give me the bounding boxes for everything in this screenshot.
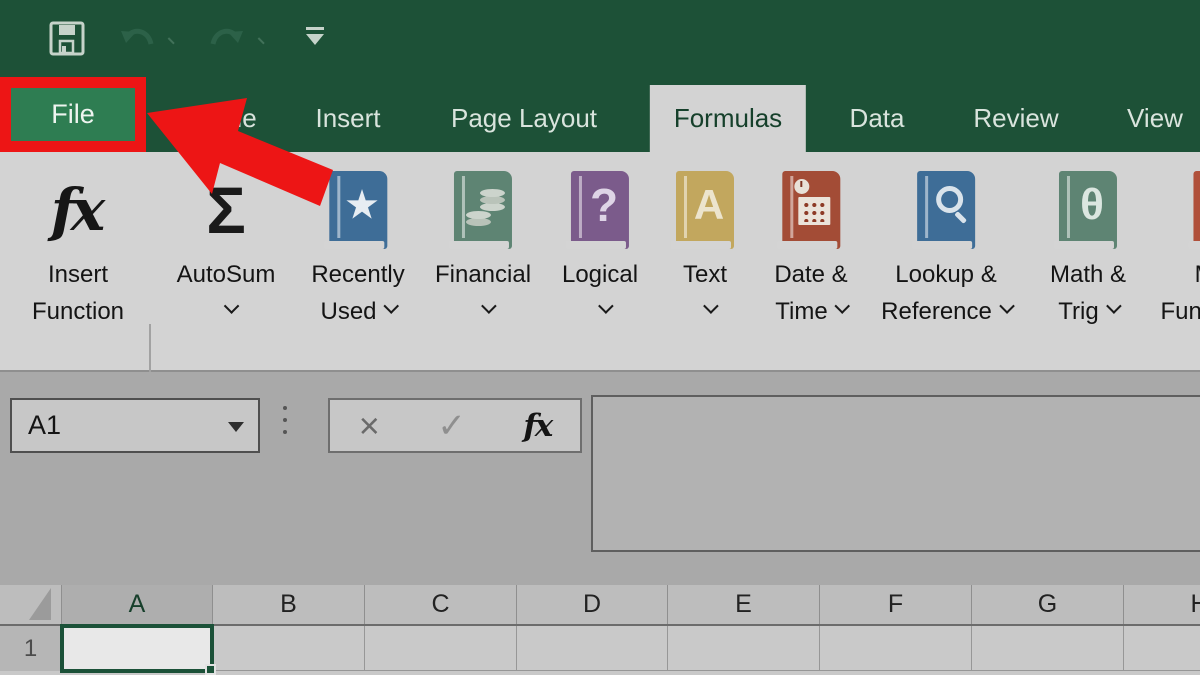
insert-function-icon[interactable]: fx [523, 408, 551, 444]
ribbon-item-label: Function [32, 293, 124, 330]
ribbon-formulas: fx InsertFunction Σ AutoSum ★ RecentlyUsed Fin… [0, 152, 1200, 372]
formula-bar-row: A1 × ✓ fx [0, 372, 1200, 585]
name-box[interactable]: A1 [10, 398, 260, 453]
chevron-down-icon [384, 298, 400, 314]
undo-icon[interactable] [118, 22, 158, 56]
ribbon-item-more-functions[interactable]: MoreFunctions [1160, 164, 1200, 330]
tab-formulas[interactable]: Formulas [650, 85, 806, 152]
column-header-d[interactable]: D [517, 585, 668, 624]
book-calendar-icon [782, 171, 840, 249]
ribbon-item-lookup-reference[interactable]: Lookup &Reference [881, 164, 1011, 330]
ribbon-item-label: More [1160, 256, 1200, 293]
book-star-icon: ★ [329, 171, 387, 249]
chevron-down-icon [1106, 298, 1122, 314]
ribbon-item-label: Financial [435, 256, 531, 293]
book-letter-a-icon: A [676, 171, 734, 249]
ribbon-item-label: Math & [1050, 256, 1126, 293]
ribbon-item-label: Insert [32, 256, 124, 293]
ribbon-item-label: Reference [881, 293, 1011, 330]
column-header-a[interactable]: A [62, 585, 213, 624]
undo-dropdown-icon[interactable] [170, 33, 180, 43]
cell-e1[interactable] [668, 626, 820, 671]
chevron-down-icon [224, 298, 240, 314]
ribbon-item-text[interactable]: A Text [676, 164, 734, 330]
ribbon-item-label: Date & [774, 256, 847, 293]
worksheet: ABCDEFGH 1 [0, 585, 1200, 675]
tab-page-layout[interactable]: Page Layout [447, 85, 601, 152]
formula-bar-buttons: × ✓ fx [328, 398, 582, 453]
formula-bar-separator-dots [283, 402, 287, 438]
fill-handle[interactable] [205, 664, 216, 675]
cell-b1[interactable] [213, 626, 365, 671]
ribbon-item-label: Logical [562, 256, 638, 293]
column-header-h[interactable]: H [1124, 585, 1200, 624]
row-header-1[interactable]: 1 [0, 626, 62, 671]
ribbon-item-label: Functions [1160, 293, 1200, 330]
ribbon-item-autosum[interactable]: Σ AutoSum [177, 164, 276, 330]
cell-f1[interactable] [820, 626, 972, 671]
tab-view[interactable]: View [1123, 85, 1187, 152]
redo-icon[interactable] [206, 22, 246, 56]
column-header-e[interactable]: E [668, 585, 820, 624]
tab-home[interactable]: Home [183, 85, 260, 152]
formula-bar-input[interactable] [591, 395, 1200, 552]
save-icon[interactable] [48, 20, 86, 57]
ribbon-item-label: Used [311, 293, 404, 330]
ribbon-item-financial[interactable]: Financial [435, 164, 531, 330]
ribbon-item-label: Text [676, 256, 734, 293]
ribbon-item-insert-function[interactable]: fx InsertFunction [32, 164, 124, 330]
ribbon-item-label: AutoSum [177, 256, 276, 293]
select-all-triangle-icon [29, 588, 51, 620]
cell-g1[interactable] [972, 626, 1124, 671]
ribbon-item-label: Time [774, 293, 847, 330]
book-more-icon [1193, 171, 1200, 249]
chevron-down-icon [999, 298, 1015, 314]
fx-icon: fx [51, 176, 106, 244]
ribbon-item-date-time[interactable]: Date &Time [774, 164, 847, 330]
chevron-down-icon [598, 298, 614, 314]
ribbon-item-recently-used[interactable]: ★ RecentlyUsed [311, 164, 404, 330]
book-theta-icon: θ [1059, 171, 1117, 249]
tab-data[interactable]: Data [846, 85, 909, 152]
file-tab-highlight-box: File [0, 77, 146, 153]
select-all-button[interactable] [0, 585, 62, 624]
titlebar: Home Insert Page Layout Formulas Data Review V… [0, 0, 1200, 152]
ribbon-item-label: Recently [311, 256, 404, 293]
column-header-c[interactable]: C [365, 585, 517, 624]
ribbon-item-label: Trig [1050, 293, 1126, 330]
ribbon-item-logical[interactable]: ? Logical [562, 164, 638, 330]
book-search-icon [917, 171, 975, 249]
redo-dropdown-icon[interactable] [260, 33, 270, 43]
cell-h1[interactable] [1124, 626, 1200, 671]
cancel-icon[interactable]: × [359, 405, 380, 447]
tab-file[interactable]: File [11, 88, 135, 141]
quick-access-toolbar [0, 0, 1200, 78]
column-header-f[interactable]: F [820, 585, 972, 624]
ribbon-item-label [562, 293, 638, 330]
excel-window: Home Insert Page Layout Formulas Data Review V… [0, 0, 1200, 675]
column-header-g[interactable]: G [972, 585, 1124, 624]
ribbon-item-label [177, 293, 276, 330]
name-box-value: A1 [28, 410, 61, 441]
tab-review[interactable]: Review [969, 85, 1062, 152]
active-cell-A1[interactable] [60, 624, 214, 673]
cell-c1[interactable] [365, 626, 517, 671]
tab-insert[interactable]: Insert [311, 85, 384, 152]
column-header-b[interactable]: B [213, 585, 365, 624]
chevron-down-icon [481, 298, 497, 314]
enter-icon[interactable]: ✓ [437, 406, 466, 446]
sigma-icon: Σ [206, 172, 246, 248]
book-question-icon: ? [571, 171, 629, 249]
name-box-dropdown-icon[interactable] [228, 422, 244, 432]
ribbon-item-math-trig[interactable]: θ Math &Trig [1050, 164, 1126, 330]
ribbon-item-label [676, 293, 734, 330]
chevron-down-icon [835, 298, 851, 314]
ribbon-item-label [435, 293, 531, 330]
ribbon-item-label: Lookup & [881, 256, 1011, 293]
chevron-down-icon [703, 298, 719, 314]
cell-d1[interactable] [517, 626, 668, 671]
book-coins-icon [454, 171, 512, 249]
